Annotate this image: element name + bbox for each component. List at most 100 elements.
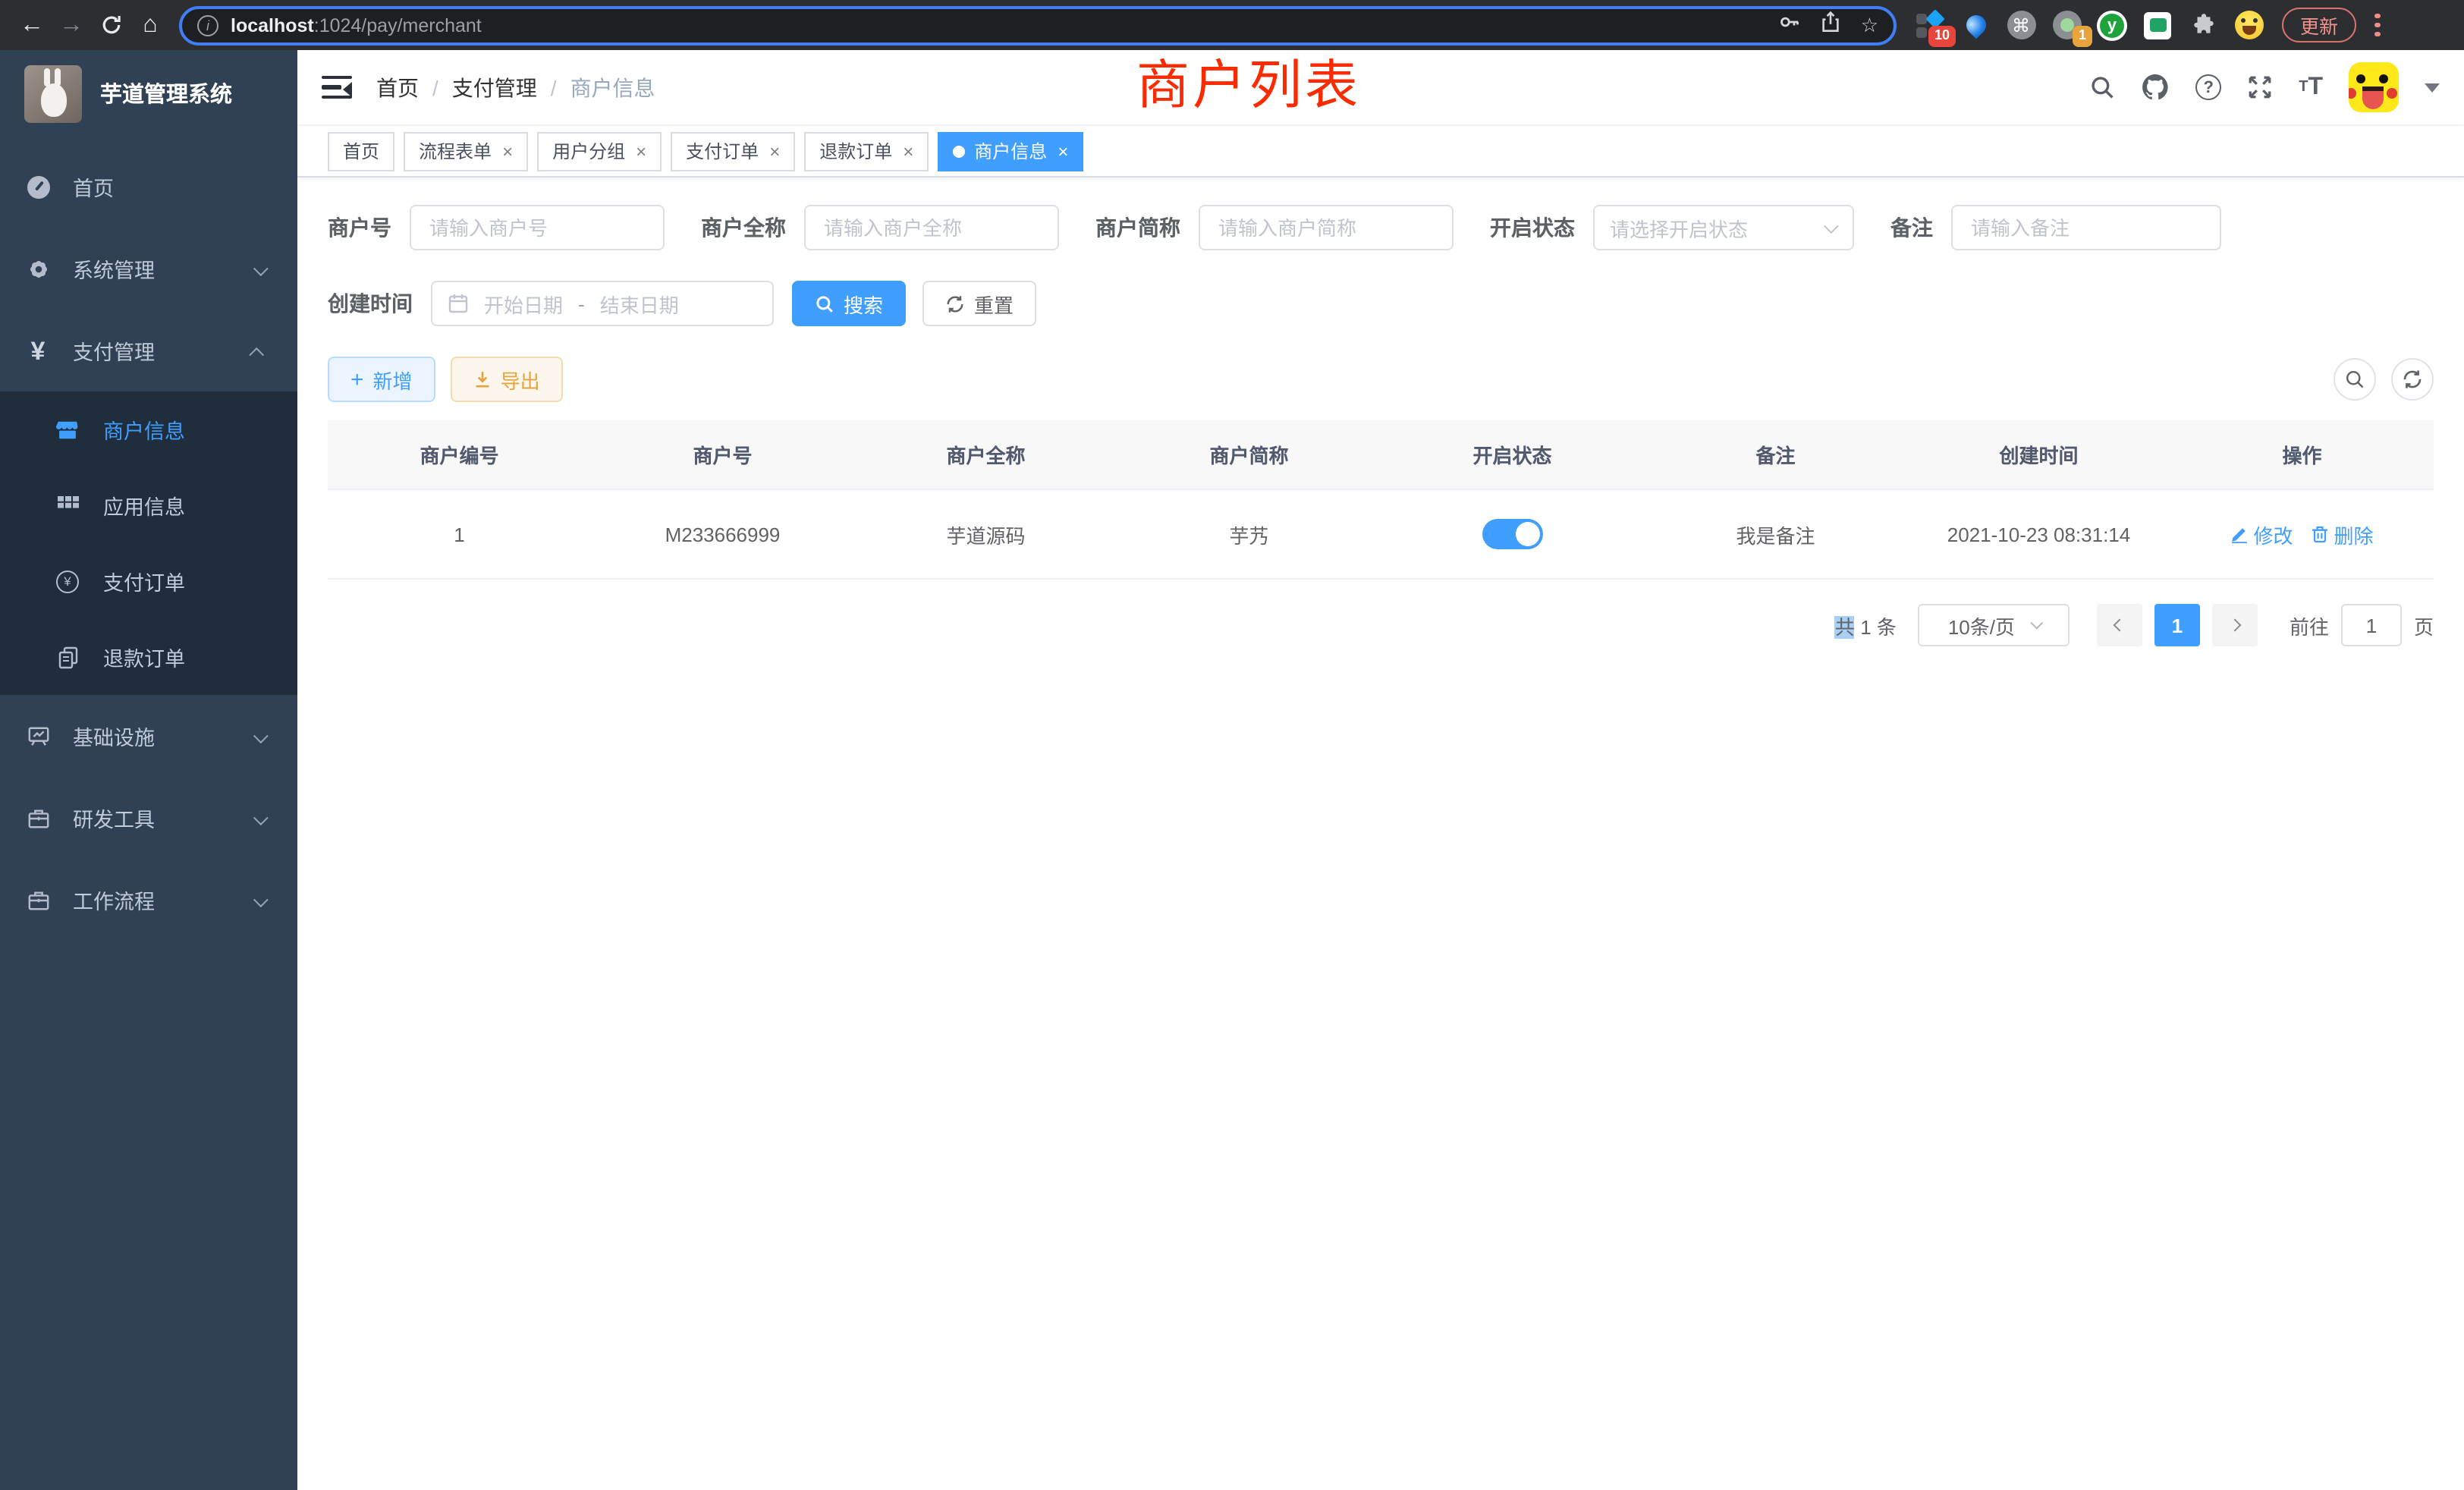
status-toggle[interactable] [1482, 519, 1543, 549]
app-logo-row[interactable]: 芋道管理系统 [0, 50, 297, 137]
tab-label: 用户分组 [552, 138, 625, 164]
merchant-name-input[interactable] [804, 205, 1059, 250]
password-key-icon[interactable] [1779, 10, 1802, 40]
help-icon[interactable]: ? [2195, 74, 2221, 100]
page-number-1[interactable]: 1 [2154, 604, 2200, 646]
font-size-icon[interactable]: TT [2299, 75, 2323, 99]
sidebar-item-workflow[interactable]: 工作流程 [0, 859, 297, 941]
reset-button[interactable]: 重置 [922, 281, 1036, 326]
sidebar-toggle-icon[interactable] [322, 75, 352, 99]
filter-merchant-short: 商户简称 [1095, 205, 1454, 250]
close-icon[interactable]: × [502, 140, 513, 162]
export-button[interactable]: 导出 [451, 357, 563, 402]
toggle-search-button[interactable] [2334, 358, 2376, 401]
extension-icon-pin[interactable] [1960, 10, 1991, 40]
url-text[interactable]: localhost:1024/pay/merchant [231, 14, 1779, 36]
goto-label: 前往 [2290, 611, 2329, 640]
search-icon[interactable] [2089, 74, 2115, 100]
browser-forward-button[interactable]: → [52, 5, 91, 45]
github-icon[interactable] [2141, 73, 2170, 102]
browser-home-button[interactable]: ⌂ [130, 5, 170, 45]
refresh-table-button[interactable] [2391, 358, 2434, 401]
tab-user-group[interactable]: 用户分组 × [537, 131, 662, 171]
navbar-actions: ? TT [2089, 62, 2440, 112]
avatar-dropdown-caret[interactable] [2425, 83, 2440, 99]
extension-icon-command[interactable]: ⌘ [2006, 10, 2036, 40]
sidebar: 芋道管理系统 首页 系统管理 ¥ 支付管理 [0, 50, 297, 1490]
tab-refund-order[interactable]: 退款订单× [804, 131, 929, 171]
delete-link[interactable]: 删除 [2312, 520, 2374, 549]
browser-menu-icon[interactable] [2368, 8, 2386, 43]
sidebar-item-label: 退款订单 [103, 642, 185, 672]
close-icon[interactable]: × [636, 140, 646, 162]
search-button[interactable]: 搜索 [792, 281, 906, 326]
sidebar-menu: 首页 系统管理 ¥ 支付管理 [0, 146, 297, 941]
sidebar-item-infra[interactable]: 基础设施 [0, 695, 297, 777]
breadcrumb-current: 商户信息 [570, 72, 655, 102]
chrome-update-button[interactable]: 更新 [2282, 8, 2356, 42]
browser-reload-button[interactable] [91, 5, 130, 45]
page-size-select[interactable]: 10条/页 [1918, 604, 2070, 646]
tab-home[interactable]: 首页 [328, 131, 394, 171]
tab-process-form[interactable]: 流程表单× [404, 131, 528, 171]
sidebar-item-pay[interactable]: ¥ 支付管理 [0, 310, 297, 391]
prev-page-button[interactable] [2097, 604, 2142, 646]
breadcrumb-home[interactable]: 首页 [376, 72, 419, 102]
extension-icon-green-y[interactable]: y [2097, 10, 2127, 40]
extension-icon-chat[interactable] [2142, 10, 2173, 40]
browser-back-button[interactable]: ← [12, 5, 52, 45]
edit-link[interactable]: 修改 [2230, 520, 2293, 549]
field-label: 开启状态 [1490, 212, 1593, 243]
close-icon[interactable]: × [769, 140, 780, 162]
sidebar-item-label: 研发工具 [73, 803, 155, 833]
field-label: 备注 [1890, 212, 1951, 243]
extensions-puzzle-icon[interactable] [2188, 10, 2218, 40]
search-button-label: 搜索 [844, 289, 883, 318]
date-range-picker[interactable]: 开始日期 - 结束日期 [431, 281, 774, 326]
sidebar-item-system[interactable]: 系统管理 [0, 228, 297, 310]
close-icon[interactable]: × [903, 140, 913, 162]
filter-status: 开启状态 请选择开启状态 [1490, 205, 1854, 250]
add-button[interactable]: + 新增 [328, 357, 435, 402]
edit-label: 修改 [2253, 520, 2293, 549]
browser-profile-avatar[interactable] [2233, 10, 2264, 40]
sidebar-item-label: 应用信息 [103, 490, 185, 520]
tab-pay-order[interactable]: 支付订单× [671, 131, 795, 171]
breadcrumb-separator: / [551, 75, 557, 99]
sidebar-item-pay-order[interactable]: ¥ 支付订单 [0, 543, 297, 619]
close-icon[interactable]: × [1058, 140, 1068, 162]
filter-remark: 备注 [1890, 205, 2221, 250]
date-end-placeholder[interactable]: 结束日期 [600, 289, 679, 318]
merchant-short-input[interactable] [1199, 205, 1454, 250]
emoji-avatar [2234, 11, 2263, 39]
share-icon[interactable] [1820, 10, 1843, 40]
fullscreen-icon[interactable] [2247, 74, 2273, 100]
breadcrumb: 首页 / 支付管理 / 商户信息 [376, 72, 655, 102]
goto-page-input[interactable] [2341, 604, 2402, 646]
sidebar-item-refund-order[interactable]: 退款订单 [0, 619, 297, 695]
next-page-button[interactable] [2212, 604, 2258, 646]
date-start-placeholder[interactable]: 开始日期 [484, 289, 563, 318]
remark-input[interactable] [1951, 205, 2221, 250]
user-avatar[interactable] [2349, 62, 2399, 112]
active-dot [953, 145, 965, 157]
plus-icon: + [350, 368, 364, 391]
bookmark-star-icon[interactable]: ☆ [1861, 13, 1878, 37]
address-bar[interactable]: i localhost:1024/pay/merchant ☆ [179, 5, 1897, 45]
status-select[interactable]: 请选择开启状态 [1593, 205, 1854, 250]
col-actions: 操作 [2170, 420, 2434, 489]
extension-icon-grid-diamond[interactable]: 10 [1915, 10, 1945, 40]
sidebar-item-merchant-info[interactable]: 商户信息 [0, 391, 297, 467]
merchant-no-input[interactable] [410, 205, 665, 250]
site-info-icon[interactable]: i [197, 14, 218, 36]
sidebar-submenu: 商户信息 应用信息 ¥ 支付订单 [0, 391, 297, 695]
sidebar-item-label: 基础设施 [73, 721, 155, 751]
tab-merchant-info[interactable]: 商户信息× [938, 131, 1083, 171]
sidebar-item-devtools[interactable]: 研发工具 [0, 777, 297, 859]
sidebar-item-app-info[interactable]: 应用信息 [0, 467, 297, 543]
sidebar-item-home[interactable]: 首页 [0, 146, 297, 228]
field-label: 创建时间 [328, 288, 431, 319]
cell-merchant-short: 芋艿 [1117, 490, 1381, 578]
breadcrumb-pay[interactable]: 支付管理 [452, 72, 537, 102]
extension-icon-recorder[interactable]: 1 [2051, 10, 2082, 40]
